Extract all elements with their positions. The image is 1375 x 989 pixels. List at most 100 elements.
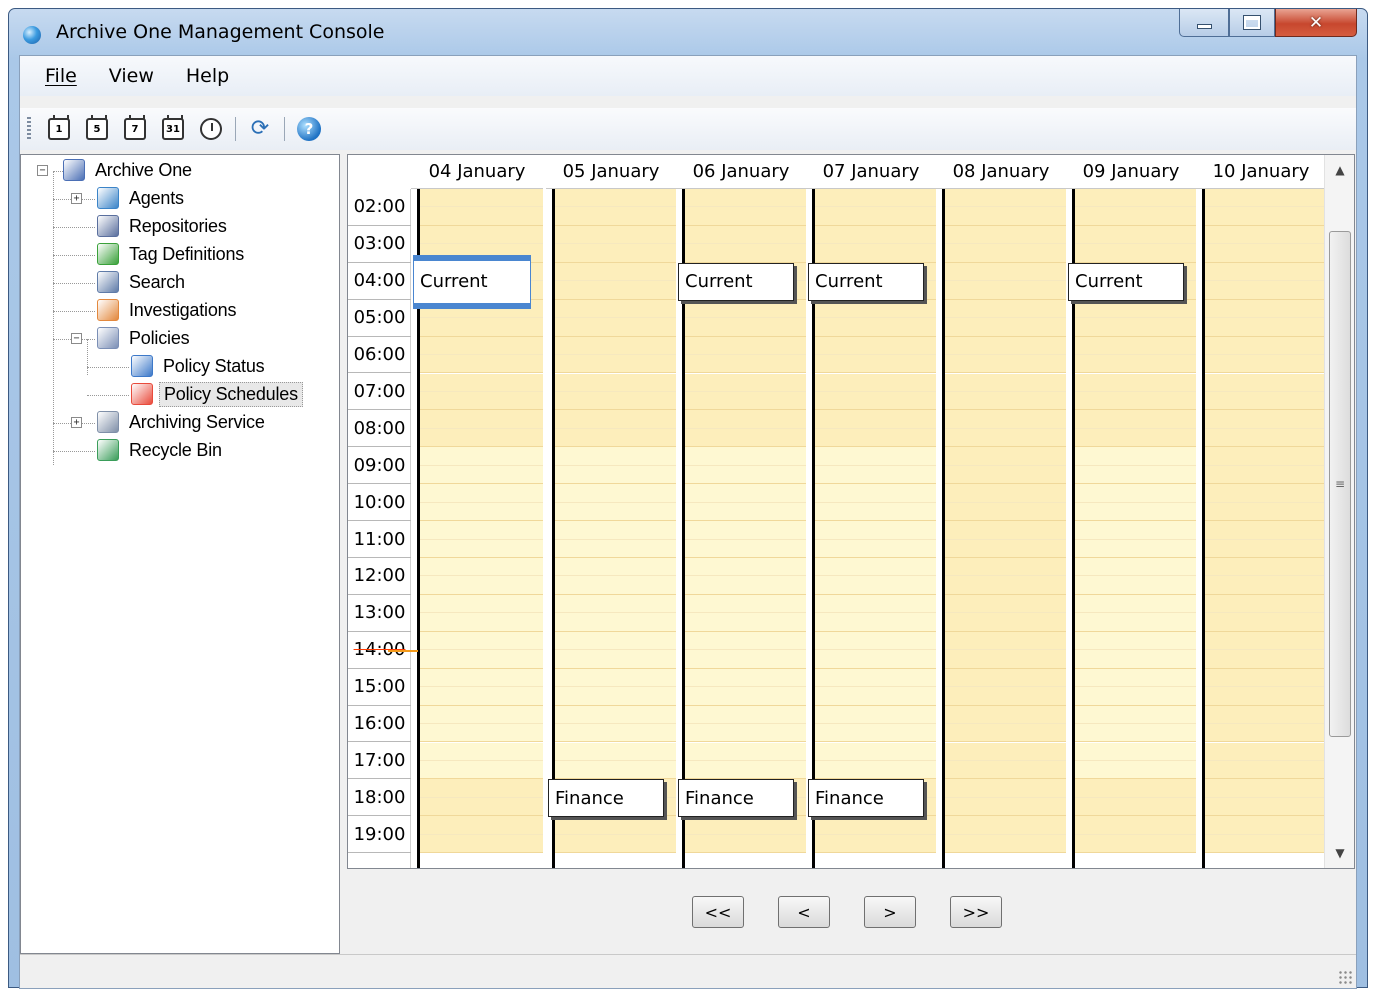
time-slot[interactable] [815, 299, 936, 337]
time-slot[interactable] [1075, 447, 1196, 485]
tree-item-policies[interactable]: Policies [97, 325, 193, 351]
time-slot[interactable] [1075, 779, 1196, 817]
time-slot[interactable] [420, 558, 543, 595]
time-slot[interactable] [420, 816, 543, 854]
time-slot[interactable] [945, 779, 1066, 817]
time-slot[interactable] [945, 299, 1066, 337]
time-slot[interactable] [555, 816, 676, 854]
time-slot[interactable] [685, 521, 806, 558]
workweek-view-button[interactable]: 5 [81, 113, 113, 145]
day-header[interactable]: 07 January [806, 155, 936, 189]
time-slot[interactable] [1205, 705, 1326, 743]
schedule-appointment[interactable]: Current [1068, 262, 1184, 301]
toolbar-grip[interactable] [27, 117, 31, 141]
schedule-calendar[interactable]: 02:00 03:00 04:00 05:00 06:00 07:00 08:00 09:00… [347, 154, 1355, 869]
time-slot[interactable] [815, 668, 936, 706]
time-slot[interactable] [420, 668, 543, 706]
time-slot[interactable] [815, 189, 936, 226]
time-slot[interactable] [1205, 410, 1326, 448]
time-slot[interactable] [685, 447, 806, 485]
time-slot[interactable] [685, 594, 806, 632]
time-slot[interactable] [945, 558, 1066, 595]
navigation-tree[interactable]: − Archive One + Agents Repositories Tag Defin… [20, 154, 340, 954]
time-slot[interactable] [555, 225, 676, 263]
menu-file[interactable]: File [20, 65, 93, 87]
time-slot[interactable] [420, 410, 543, 448]
time-slot[interactable] [945, 225, 1066, 263]
time-slot[interactable] [945, 410, 1066, 448]
time-slot[interactable] [815, 373, 936, 411]
time-slot[interactable] [555, 189, 676, 226]
last-page-button[interactable]: >> [950, 896, 1002, 928]
schedule-appointment[interactable]: Current [678, 262, 794, 301]
tree-item-policy-schedules[interactable]: Policy Schedules [131, 381, 303, 407]
minimize-button[interactable] [1179, 9, 1229, 37]
time-slot[interactable] [945, 705, 1066, 743]
tree-item-search[interactable]: Search [97, 269, 189, 295]
time-slot[interactable] [555, 705, 676, 743]
time-slot[interactable] [945, 742, 1066, 780]
time-slot[interactable] [555, 742, 676, 780]
time-slot[interactable] [1205, 668, 1326, 706]
time-slot[interactable] [1205, 742, 1326, 780]
time-slot[interactable] [945, 336, 1066, 374]
time-slot[interactable] [815, 631, 936, 669]
time-slot[interactable] [1075, 410, 1196, 448]
timeline-view-button[interactable] [195, 113, 227, 145]
week-view-button[interactable]: 7 [119, 113, 151, 145]
previous-page-button[interactable]: < [778, 896, 830, 928]
time-slot[interactable] [815, 521, 936, 558]
tree-item-tag-definitions[interactable]: Tag Definitions [97, 241, 248, 267]
time-slot[interactable] [1075, 668, 1196, 706]
time-slot[interactable] [1075, 742, 1196, 780]
schedule-appointment[interactable]: Finance [678, 779, 794, 818]
help-button[interactable]: ? [293, 113, 325, 145]
time-slot[interactable] [555, 336, 676, 374]
time-slot[interactable] [685, 742, 806, 780]
time-slot[interactable] [420, 594, 543, 632]
time-slot[interactable] [685, 410, 806, 448]
tree-item-repositories[interactable]: Repositories [97, 213, 231, 239]
time-slot[interactable] [685, 631, 806, 669]
day-header[interactable]: 09 January [1066, 155, 1196, 189]
time-slot[interactable] [815, 816, 936, 854]
time-slot[interactable] [1205, 631, 1326, 669]
menu-help[interactable]: Help [170, 65, 245, 87]
time-slot[interactable] [1075, 558, 1196, 595]
time-slot[interactable] [685, 705, 806, 743]
time-slot[interactable] [555, 484, 676, 522]
expand-icon[interactable]: + [71, 193, 82, 204]
time-slot[interactable] [1205, 594, 1326, 632]
refresh-button[interactable]: ⟳ [244, 113, 276, 145]
maximize-button[interactable] [1229, 9, 1275, 37]
tree-item-investigations[interactable]: Investigations [97, 297, 240, 323]
collapse-icon[interactable]: − [37, 165, 48, 176]
time-slot[interactable] [555, 373, 676, 411]
time-slot[interactable] [1205, 447, 1326, 485]
time-slot[interactable] [1205, 373, 1326, 411]
time-slot[interactable] [815, 447, 936, 485]
time-slot[interactable] [420, 447, 543, 485]
time-slot[interactable] [1075, 816, 1196, 854]
time-slot[interactable] [1075, 594, 1196, 632]
time-slot[interactable] [555, 262, 676, 300]
time-slot[interactable] [420, 336, 543, 374]
tree-item-archiving-service[interactable]: Archiving Service [97, 409, 269, 435]
tree-item-recycle-bin[interactable]: Recycle Bin [97, 437, 226, 463]
time-slot[interactable] [945, 447, 1066, 485]
time-slot[interactable] [1075, 484, 1196, 522]
time-slot[interactable] [815, 336, 936, 374]
day-view-button[interactable]: 1 [43, 113, 75, 145]
time-slot[interactable] [945, 521, 1066, 558]
time-slot[interactable] [420, 631, 543, 669]
time-slot[interactable] [945, 189, 1066, 226]
time-slot[interactable] [815, 594, 936, 632]
day-column[interactable] [555, 189, 676, 868]
time-slot[interactable] [1075, 225, 1196, 263]
time-slot[interactable] [815, 484, 936, 522]
day-header[interactable]: 08 January [936, 155, 1066, 189]
time-slot[interactable] [555, 410, 676, 448]
scroll-up-icon[interactable]: ▲ [1325, 155, 1354, 185]
time-slot[interactable] [1205, 816, 1326, 854]
time-slot[interactable] [1075, 336, 1196, 374]
